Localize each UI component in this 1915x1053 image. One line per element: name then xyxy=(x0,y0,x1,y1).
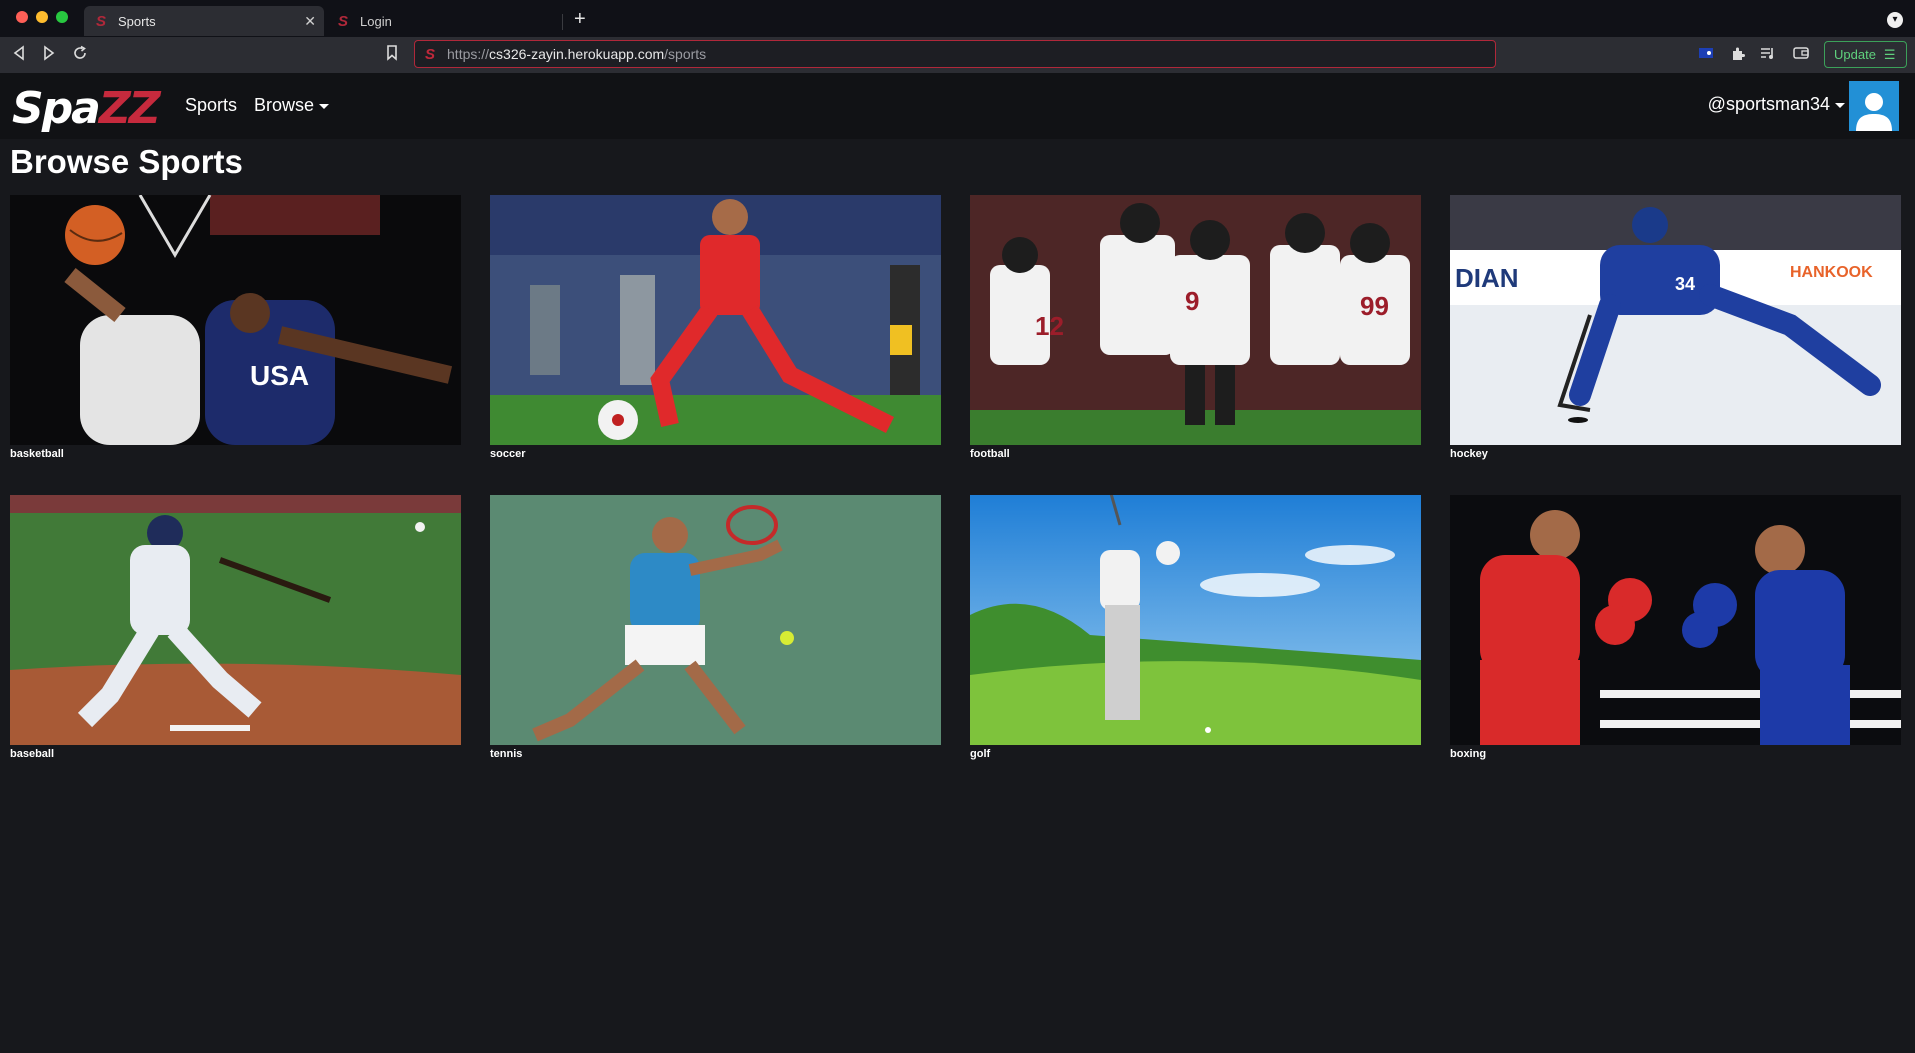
sport-label[interactable]: soccer xyxy=(490,448,941,460)
sport-image[interactable] xyxy=(1450,495,1901,745)
avatar[interactable] xyxy=(1849,81,1899,131)
playlist-icon[interactable] xyxy=(1760,46,1776,63)
sport-image[interactable]: 12 9 99 xyxy=(970,195,1421,445)
maximize-window-button[interactable] xyxy=(56,11,68,23)
tab-login[interactable]: S Login xyxy=(326,6,562,36)
flag-extension-icon[interactable] xyxy=(1698,46,1714,63)
address-bar[interactable]: S https://cs326-zayin.herokuapp.com/spor… xyxy=(414,40,1496,68)
url-host: cs326-zayin.herokuapp.com xyxy=(489,46,665,62)
svg-text:9: 9 xyxy=(1185,286,1199,316)
svg-text:12: 12 xyxy=(1035,311,1064,341)
bookmark-icon[interactable] xyxy=(386,45,398,66)
site-identity-icon[interactable]: S xyxy=(425,46,435,63)
tab-sports[interactable]: S Sports ✕ xyxy=(84,6,324,36)
sport-image[interactable]: USA xyxy=(10,195,461,445)
svg-text:HANKOOK: HANKOOK xyxy=(1790,264,1873,281)
url-path: /sports xyxy=(664,46,707,62)
sport-card-golf[interactable]: golf xyxy=(970,495,1421,760)
url-text: https://cs326-zayin.herokuapp.com/sports xyxy=(447,46,706,62)
sport-card-basketball[interactable]: USA basketball xyxy=(10,195,461,460)
sport-label[interactable]: baseball xyxy=(10,748,461,760)
chevron-down-icon xyxy=(1835,102,1845,108)
sport-label[interactable]: football xyxy=(970,448,1421,460)
nav-browse-dropdown[interactable]: Browse xyxy=(254,95,330,116)
sport-card-boxing[interactable]: boxing xyxy=(1450,495,1901,760)
user-menu-dropdown[interactable]: @sportsman34 xyxy=(1708,94,1845,115)
update-button[interactable]: Update ☰ xyxy=(1824,41,1907,68)
browser-toolbar: S https://cs326-zayin.herokuapp.com/spor… xyxy=(0,37,1915,73)
reload-icon[interactable] xyxy=(72,45,88,66)
extensions-icon[interactable] xyxy=(1730,46,1746,65)
sport-label[interactable]: basketball xyxy=(10,448,461,460)
browser-tab-bar: S Sports ✕ S Login + ▾ xyxy=(0,0,1915,37)
spazz-favicon-icon: S xyxy=(95,12,106,30)
url-protocol: https:// xyxy=(447,46,490,62)
spazz-logo[interactable]: SpaZZ xyxy=(12,83,161,134)
chevron-down-icon xyxy=(319,103,330,109)
sport-label[interactable]: golf xyxy=(970,748,1421,760)
sport-label[interactable]: tennis xyxy=(490,748,941,760)
sport-card-football[interactable]: 12 9 99 football xyxy=(970,195,1421,460)
spazz-favicon-icon: S xyxy=(337,12,348,30)
tab-title: Login xyxy=(360,13,392,29)
close-tab-icon[interactable]: ✕ xyxy=(304,13,316,30)
sport-label[interactable]: hockey xyxy=(1450,448,1901,460)
back-icon[interactable] xyxy=(12,45,26,66)
svg-text:34: 34 xyxy=(1675,274,1695,294)
user-icon xyxy=(1856,93,1892,131)
sport-image[interactable] xyxy=(490,495,941,745)
sport-image[interactable]: DIAN HANKOOK 34 xyxy=(1450,195,1901,445)
tab-divider xyxy=(562,14,563,30)
sport-image[interactable] xyxy=(10,495,461,745)
sport-image[interactable] xyxy=(970,495,1421,745)
wallet-icon[interactable] xyxy=(1793,46,1809,63)
nav-sports-link[interactable]: Sports xyxy=(185,95,237,116)
page-title: Browse Sports xyxy=(10,143,243,180)
tab-search-icon[interactable]: ▾ xyxy=(1887,12,1903,28)
svg-text:DIAN: DIAN xyxy=(1455,263,1519,293)
logo-accent-text: ZZ xyxy=(98,83,161,134)
minimize-window-button[interactable] xyxy=(36,11,48,23)
logo-main-text: Spa xyxy=(12,83,101,134)
close-window-button[interactable] xyxy=(16,11,28,23)
sport-card-baseball[interactable]: baseball xyxy=(10,495,461,760)
svg-text:USA: USA xyxy=(250,360,309,391)
sport-image[interactable] xyxy=(490,195,941,445)
sport-label[interactable]: boxing xyxy=(1450,748,1901,760)
tab-title: Sports xyxy=(118,13,156,29)
site-navbar: SpaZZ Sports Browse @sportsman34 xyxy=(0,73,1915,139)
browse-label: Browse xyxy=(254,95,315,115)
update-label: Update xyxy=(1834,47,1876,62)
forward-icon[interactable] xyxy=(42,45,56,66)
new-tab-icon[interactable]: + xyxy=(574,8,586,31)
sport-card-soccer[interactable]: soccer xyxy=(490,195,941,460)
menu-icon: ☰ xyxy=(1883,46,1896,62)
sport-card-tennis[interactable]: tennis xyxy=(490,495,941,760)
svg-text:99: 99 xyxy=(1360,291,1389,321)
sport-card-hockey[interactable]: DIAN HANKOOK 34 hockey xyxy=(1450,195,1901,460)
username-label: @sportsman34 xyxy=(1707,94,1830,114)
